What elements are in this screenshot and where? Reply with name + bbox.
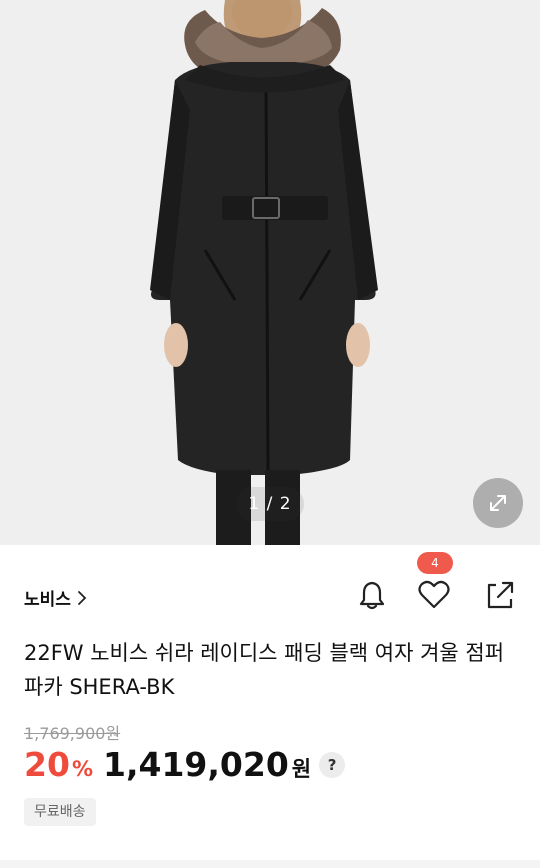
share-button[interactable] — [480, 575, 520, 615]
original-price: 1,769,900원 — [24, 724, 121, 743]
like-count-badge: 4 — [417, 552, 453, 574]
notify-button[interactable] — [352, 575, 392, 615]
product-photo — [0, 0, 540, 545]
product-title: 22FW 노비스 쉬라 레이디스 패딩 블랙 여자 겨울 점퍼 파카 SHERA… — [24, 641, 505, 699]
expand-image-button[interactable] — [473, 478, 523, 528]
expand-icon — [490, 495, 506, 511]
like-button[interactable] — [414, 575, 454, 615]
price-row: 20 % 1,419,020 원 ? — [24, 745, 346, 784]
price-currency: 원 — [291, 757, 312, 781]
brand-link[interactable]: 노비스 — [24, 585, 87, 610]
brand-name: 노비스 — [24, 590, 71, 610]
image-pager: 1 / 2 — [236, 487, 304, 521]
product-page: 1 / 2 노비스 4 22FW 노비스 쉬라 레이디스 패딩 블랙 여자 겨울… — [0, 0, 540, 868]
free-shipping-badge: 무료배송 — [24, 798, 96, 826]
share-icon — [487, 581, 514, 609]
heart-icon — [418, 580, 450, 609]
section-divider — [0, 860, 540, 868]
chevron-right-icon — [78, 590, 87, 605]
final-price: 1,419,020 — [102, 745, 289, 784]
discount-unit: % — [71, 757, 93, 781]
product-image-carousel[interactable]: 1 / 2 — [0, 0, 540, 545]
price-help-button[interactable]: ? — [319, 751, 346, 778]
bell-icon — [359, 581, 385, 610]
brand-row: 노비스 — [0, 545, 540, 630]
discount-rate: 20 — [24, 745, 70, 784]
